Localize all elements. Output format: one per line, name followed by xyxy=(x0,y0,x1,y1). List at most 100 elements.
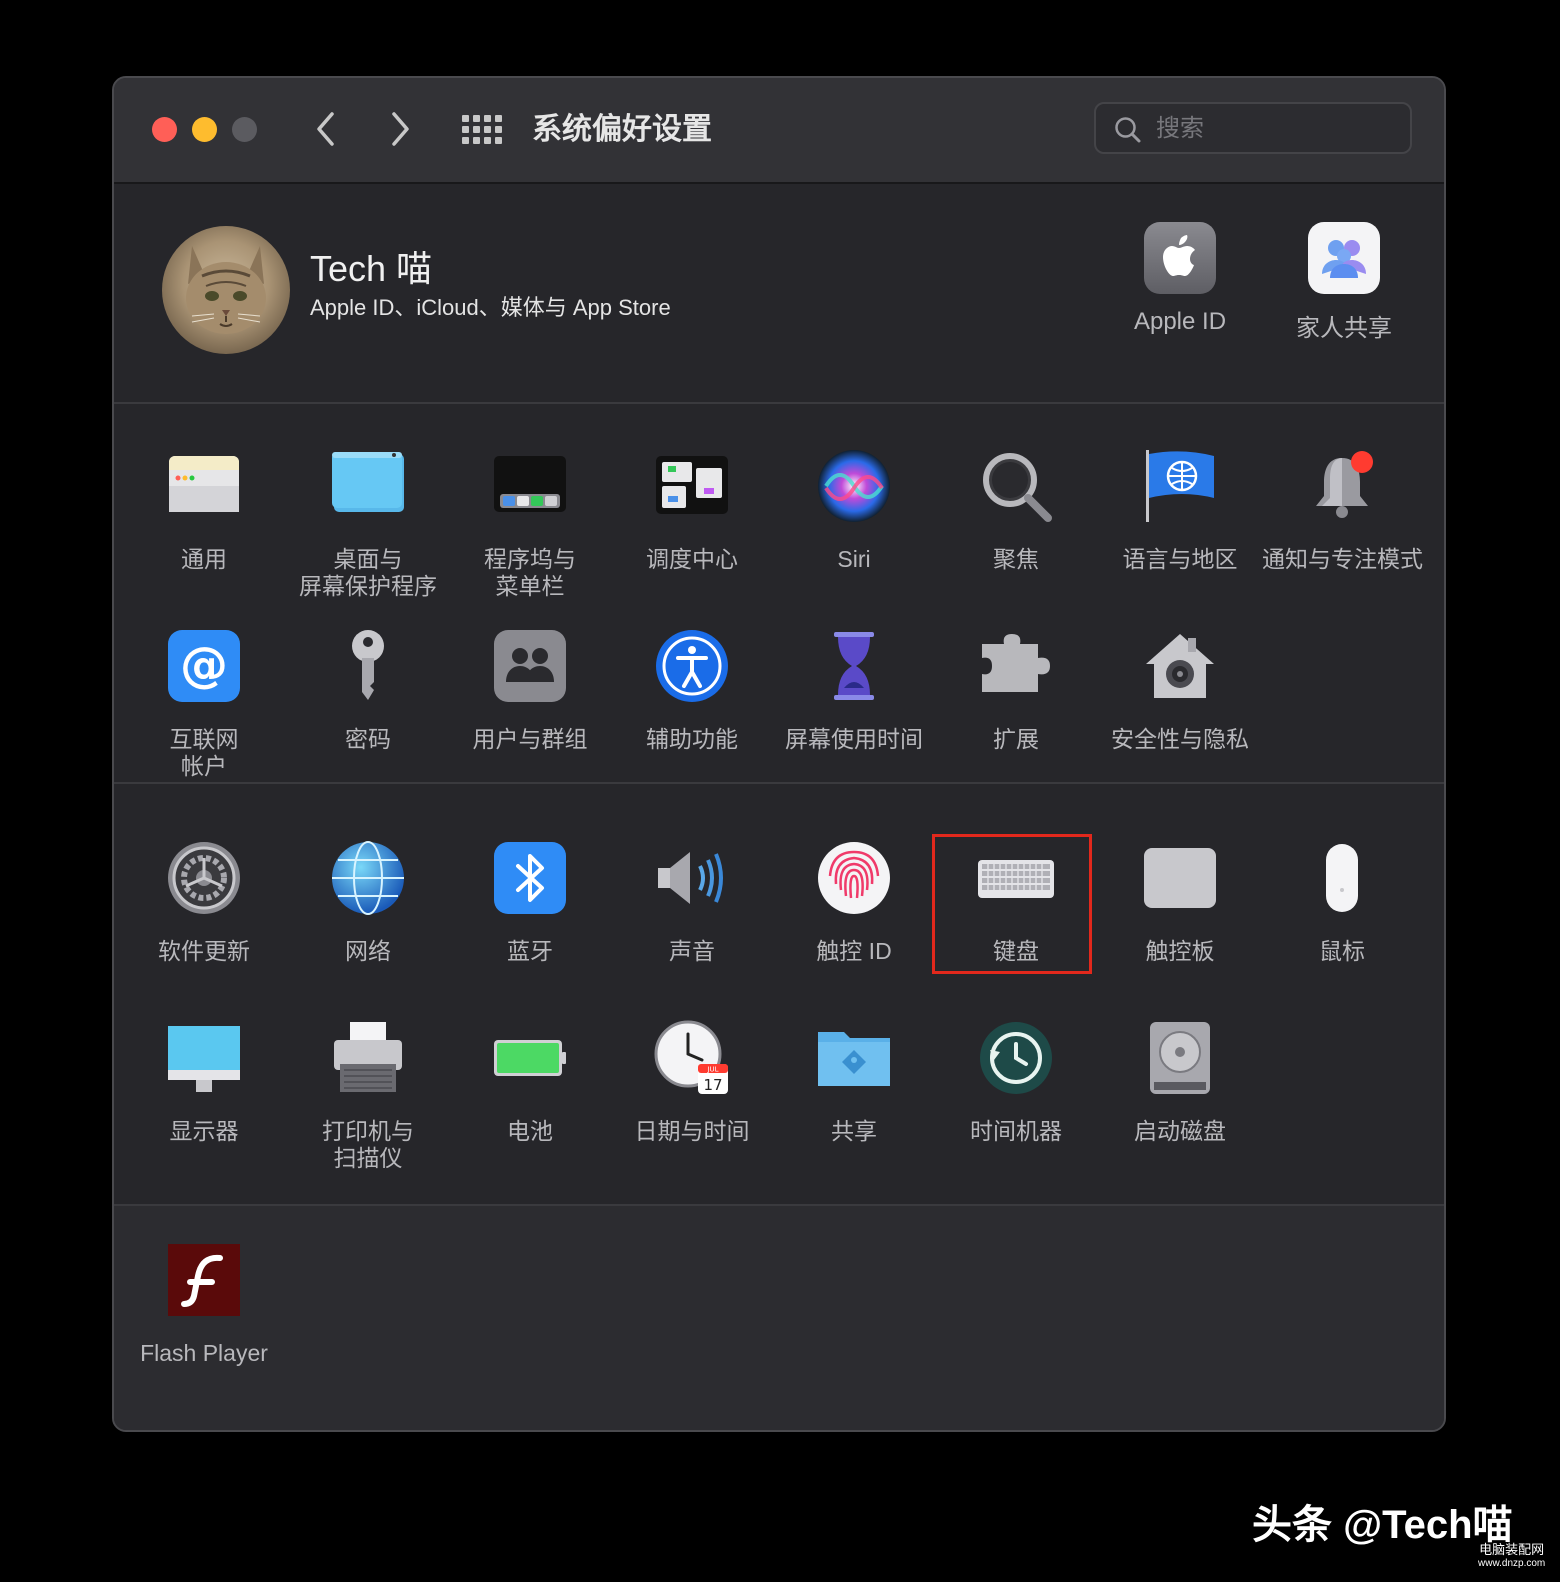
pane-label: 日期与时间 xyxy=(634,1118,750,1144)
pane-label: Siri xyxy=(837,546,871,572)
notification-bell-icon xyxy=(1304,448,1380,524)
pane-general[interactable]: 通用 xyxy=(124,448,284,573)
pane-label: 触控板 xyxy=(1145,938,1215,964)
pane-label: 鼠标 xyxy=(1319,938,1365,964)
pane-mission-control[interactable]: 调度中心 xyxy=(612,448,772,573)
pane-label: 触控 ID xyxy=(816,938,892,964)
personal-preferences-section: 通用 桌面与 屏幕保护程序 程序坞与 菜单栏 调度中心 Siri 聚焦 语言与地… xyxy=(114,404,1444,784)
users-icon xyxy=(492,628,568,704)
pane-users-groups[interactable]: 用户与群组 xyxy=(450,628,610,753)
pane-label: 共享 xyxy=(831,1118,877,1144)
key-icon xyxy=(330,628,406,704)
pane-label: 软件更新 xyxy=(158,938,250,964)
desktop-icon xyxy=(330,448,406,524)
pane-notifications-focus[interactable]: 通知与专注模式 xyxy=(1262,448,1423,573)
cat-photo-icon xyxy=(186,246,266,334)
pane-language-region[interactable]: 语言与地区 xyxy=(1100,448,1260,573)
puzzle-icon xyxy=(978,628,1054,704)
family-sharing-label: 家人共享 xyxy=(1296,315,1392,342)
gear-icon xyxy=(166,840,242,916)
show-all-button[interactable] xyxy=(462,112,502,148)
back-button[interactable] xyxy=(304,106,348,152)
pane-label: 辅助功能 xyxy=(646,726,738,752)
search-field[interactable] xyxy=(1094,102,1412,154)
clock-calendar-icon: JUL 17 xyxy=(654,1020,730,1096)
pane-label: 调度中心 xyxy=(646,546,738,572)
pane-extensions[interactable]: 扩展 xyxy=(936,628,1096,753)
chevron-right-icon xyxy=(392,112,409,146)
pane-siri[interactable]: Siri xyxy=(774,448,934,573)
pane-sharing[interactable]: 共享 xyxy=(774,1020,934,1145)
zoom-button[interactable] xyxy=(232,117,257,142)
pane-network[interactable]: 网络 xyxy=(288,840,448,965)
pane-battery[interactable]: 电池 xyxy=(450,1020,610,1145)
pane-sound[interactable]: 声音 xyxy=(612,840,772,965)
svg-text:17: 17 xyxy=(703,1076,722,1094)
watermark-site: 电脑装配网 www.dnzp.com xyxy=(1478,1542,1546,1570)
speaker-icon xyxy=(654,840,730,916)
pane-label: 声音 xyxy=(669,938,715,964)
pane-label: 聚焦 xyxy=(993,546,1039,572)
hard-disk-icon xyxy=(1142,1020,1218,1096)
internet-accounts-icon: @ xyxy=(166,628,242,704)
title-bar: 系统偏好设置 xyxy=(114,78,1444,184)
pane-passwords[interactable]: 密码 xyxy=(288,628,448,753)
mouse-icon xyxy=(1304,840,1380,916)
display-icon xyxy=(166,1020,242,1096)
pane-label: 密码 xyxy=(345,726,391,752)
family-sharing-pane[interactable]: 家人共享 xyxy=(1264,222,1424,362)
svg-text:@: @ xyxy=(180,637,228,693)
hardware-preferences-section: 软件更新 网络 蓝牙 声音 触控 ID 键盘 触控板 鼠标 显示器 打印机与 扫… xyxy=(114,784,1444,1206)
close-button[interactable] xyxy=(152,117,177,142)
chevron-left-icon xyxy=(317,112,334,146)
account-subtitle: Apple ID、iCloud、媒体与 App Store xyxy=(310,295,671,320)
pane-label: 桌面与 屏幕保护程序 xyxy=(299,546,437,599)
pane-label: 电池 xyxy=(507,1118,553,1144)
pane-date-time[interactable]: JUL 17 日期与时间 xyxy=(612,1020,772,1145)
pane-desktop-screensaver[interactable]: 桌面与 屏幕保护程序 xyxy=(288,448,448,600)
pane-dock-menubar[interactable]: 程序坞与 菜单栏 xyxy=(450,448,610,600)
pane-flash-player[interactable]: Flash Player xyxy=(124,1242,284,1367)
pane-bluetooth[interactable]: 蓝牙 xyxy=(450,840,610,965)
pane-keyboard[interactable]: 键盘 xyxy=(936,840,1096,965)
pane-label: 通用 xyxy=(181,546,227,572)
window-title: 系统偏好设置 xyxy=(532,113,712,146)
avatar[interactable] xyxy=(162,226,290,354)
hourglass-icon xyxy=(816,628,892,704)
siri-icon xyxy=(816,448,892,524)
pane-accessibility[interactable]: 辅助功能 xyxy=(612,628,772,753)
minimize-button[interactable] xyxy=(192,117,217,142)
pane-displays[interactable]: 显示器 xyxy=(124,1020,284,1145)
pane-label: 显示器 xyxy=(169,1118,239,1144)
pane-label: 屏幕使用时间 xyxy=(785,726,923,752)
spotlight-icon xyxy=(978,448,1054,524)
sharing-folder-icon xyxy=(816,1020,892,1096)
dock-icon xyxy=(492,448,568,524)
search-input[interactable] xyxy=(1154,112,1398,146)
pane-spotlight[interactable]: 聚焦 xyxy=(936,448,1096,573)
time-machine-icon xyxy=(978,1020,1054,1096)
pane-label: 启动磁盘 xyxy=(1134,1118,1226,1144)
pane-screen-time[interactable]: 屏幕使用时间 xyxy=(774,628,934,753)
pane-label: Flash Player xyxy=(140,1340,268,1366)
pane-label: 蓝牙 xyxy=(507,938,553,964)
pane-startup-disk[interactable]: 启动磁盘 xyxy=(1100,1020,1260,1145)
pane-mouse[interactable]: 鼠标 xyxy=(1262,840,1422,965)
apple-id-pane[interactable]: Apple ID xyxy=(1100,222,1260,362)
pane-printers-scanners[interactable]: 打印机与 扫描仪 xyxy=(288,1020,448,1172)
pane-touch-id[interactable]: 触控 ID xyxy=(774,840,934,965)
security-house-icon xyxy=(1142,628,1218,704)
globe-icon xyxy=(330,840,406,916)
pane-security-privacy[interactable]: 安全性与隐私 xyxy=(1100,628,1260,753)
forward-button[interactable] xyxy=(378,106,422,152)
pane-label: 扩展 xyxy=(993,726,1039,752)
apple-account-section: Tech 喵 Apple ID、iCloud、媒体与 App Store App… xyxy=(114,184,1444,404)
bluetooth-icon xyxy=(492,840,568,916)
pane-label: 安全性与隐私 xyxy=(1111,726,1249,752)
family-sharing-icon xyxy=(1308,222,1380,294)
pane-software-update[interactable]: 软件更新 xyxy=(124,840,284,965)
pane-trackpad[interactable]: 触控板 xyxy=(1100,840,1260,965)
keyboard-icon xyxy=(978,840,1054,916)
pane-internet-accounts[interactable]: @ 互联网 帐户 xyxy=(124,628,284,780)
pane-time-machine[interactable]: 时间机器 xyxy=(936,1020,1096,1145)
